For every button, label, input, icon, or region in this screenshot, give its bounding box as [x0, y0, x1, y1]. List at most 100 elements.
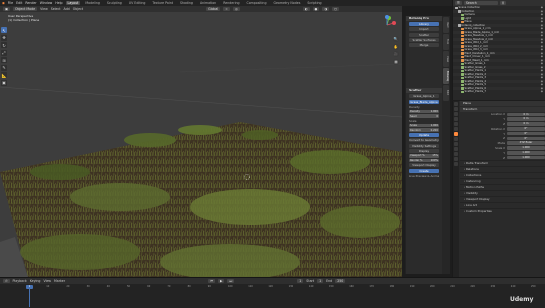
timeline-menu-playback[interactable]: Playback [13, 279, 27, 283]
scale-icon[interactable]: ⤢ [1, 49, 7, 56]
jump-end-icon[interactable]: ⏭ [227, 279, 235, 283]
camera-view-icon[interactable]: 🎥 [393, 51, 399, 57]
workspace-tab-scripting[interactable]: Scripting [305, 1, 323, 5]
npanel-list-item[interactable]: Grass_Blade_Alpine [409, 99, 439, 104]
workspace-tab-modeling[interactable]: Modeling [83, 1, 102, 5]
workspace-tab-texture-paint[interactable]: Texture Paint [150, 1, 175, 5]
timeline-editor-icon[interactable]: ⏱ [3, 279, 10, 283]
menu-window[interactable]: Window [40, 1, 53, 5]
tool-tab-icon[interactable] [454, 102, 458, 106]
visibility-eye-icon[interactable]: ◉ [541, 90, 543, 94]
timeline-menu-keying[interactable]: Keying [30, 279, 41, 283]
workspace-tab-animation[interactable]: Animation [198, 1, 218, 5]
transform-row-value[interactable]: 0° [507, 131, 545, 136]
view-layer-tab-icon[interactable] [454, 117, 458, 121]
outliner-search-field[interactable]: Search [463, 1, 498, 5]
menu-render[interactable]: Render [25, 1, 36, 5]
npanel-field-viewport-percent[interactable]: Viewport % 15% [409, 154, 439, 158]
jump-start-icon[interactable]: ⏮ [208, 279, 215, 283]
workspace-tab-sculpting[interactable]: Sculpting [105, 1, 124, 5]
play-icon[interactable]: ▶ [217, 279, 225, 283]
npanel-library-button[interactable]: Library [409, 22, 439, 27]
rotate-icon[interactable]: ↻ [1, 42, 7, 48]
npanel-merge-button[interactable]: Merge [409, 42, 439, 47]
npanel-scatter-button[interactable]: Scatter [409, 32, 439, 37]
transform-row-value[interactable]: XYZ Euler [507, 141, 545, 145]
physics-tab-icon[interactable] [454, 147, 458, 151]
transform-row-value[interactable]: 1.000 [507, 146, 545, 150]
transform-row-value[interactable]: 0 m [507, 112, 545, 117]
transform-row-value[interactable]: 0 m [507, 122, 545, 126]
viewport-menu-select[interactable]: Select [51, 7, 61, 11]
transform-row-value[interactable]: 1.000 [507, 150, 545, 155]
scene-tab-icon[interactable] [454, 122, 458, 126]
constraints-tab-icon[interactable] [454, 152, 458, 156]
viewport-menu-view[interactable]: View [40, 7, 48, 11]
3d-viewport[interactable]: User Perspective (1) Collection | Plane … [0, 12, 402, 277]
outliner-editor-icon[interactable]: ☰ [455, 1, 462, 5]
npanel-list-item[interactable]: Grass_Alpine_1 [409, 94, 439, 99]
transform-row-value[interactable]: 1.000 [507, 155, 545, 160]
modifier-tab-icon[interactable] [454, 137, 458, 141]
annotate-icon[interactable]: ✎ [1, 64, 7, 71]
transform-row-value[interactable]: 0° [507, 136, 545, 141]
start-frame-field[interactable]: 1 [317, 279, 324, 283]
editor-type-icon[interactable]: ▣ [3, 7, 11, 11]
npanel-field-scale[interactable]: Scale 1.000 [409, 123, 439, 128]
transform-row-value[interactable]: 0 m [507, 117, 545, 121]
menu-edit[interactable]: Edit [16, 1, 22, 5]
npanel-scatter-surfaces-button[interactable]: Scatter Surfaces [409, 37, 439, 42]
npanel-field-density[interactable]: Density 1.000 [409, 109, 439, 114]
pan-icon[interactable]: ✋ [393, 43, 399, 50]
overlays-icon[interactable]: ◐ [302, 7, 310, 11]
workspace-tab-uv-editing[interactable]: UV Editing [127, 1, 148, 5]
npanel-create-button[interactable]: Create [409, 168, 439, 173]
workspace-tab-compositing[interactable]: Compositing [245, 1, 269, 5]
ntab-tool[interactable]: Tool [443, 34, 449, 50]
blender-logo-icon[interactable]: ◉ [2, 1, 5, 5]
end-frame-field[interactable]: 250 [335, 279, 346, 283]
render-tab-icon[interactable] [454, 107, 458, 111]
workspace-tab-geometry-nodes[interactable]: Geometry Nodes [271, 1, 302, 5]
filter-icon[interactable]: ⚲ [499, 1, 507, 5]
snap-icon[interactable]: ⊹ [223, 7, 230, 11]
collapsed-section-header[interactable]: › Custom Properties [460, 207, 545, 214]
particles-tab-icon[interactable] [454, 142, 458, 146]
timeline-menu-view[interactable]: View [43, 279, 51, 283]
output-tab-icon[interactable] [454, 112, 458, 116]
shading-solid-icon[interactable]: ● [312, 7, 320, 11]
shading-rendered-icon[interactable]: ○ [332, 7, 339, 11]
data-tab-icon[interactable] [454, 157, 458, 161]
ntab-botaniq[interactable]: Botaniq [443, 68, 449, 84]
measure-icon[interactable]: 📐 [1, 72, 7, 78]
npanel-import-button[interactable]: Import [409, 27, 439, 32]
timeline-menu-marker[interactable]: Marker [54, 279, 65, 283]
current-frame-field[interactable]: 1 [297, 279, 304, 283]
ntab-edit[interactable]: Edit [443, 85, 449, 101]
npanel-field-random[interactable]: Random 0.200 [409, 128, 439, 133]
object-tab-icon[interactable] [454, 132, 458, 136]
object-mode-dropdown[interactable]: Object Mode [13, 7, 38, 11]
viewport-menu-add[interactable]: Add [64, 7, 70, 11]
transform-row-value[interactable]: 0° [507, 126, 545, 131]
npanel-display-button[interactable]: Display [409, 148, 439, 153]
shading-material-icon[interactable]: ◑ [322, 7, 330, 11]
world-tab-icon[interactable] [454, 127, 458, 131]
workspace-tab-rendering[interactable]: Rendering [221, 1, 241, 5]
add-cube-icon[interactable]: ▣ [1, 79, 7, 86]
proportional-edit-icon[interactable]: ◎ [232, 7, 240, 11]
ntab-view[interactable]: View [443, 51, 449, 67]
zoom-icon[interactable]: 🔍 [393, 36, 399, 42]
npanel-field-render-percent[interactable]: Render % 100% [409, 158, 439, 163]
navigation-gizmo-icon[interactable] [377, 15, 397, 35]
material-tab-icon[interactable] [454, 162, 458, 166]
npanel-convert-button[interactable]: Convert to Geometry [409, 138, 439, 143]
ntab-item[interactable]: Item [443, 17, 449, 33]
menu-help[interactable]: Help [55, 1, 62, 5]
transform-icon[interactable]: ⊞ [1, 57, 7, 63]
object-name-field[interactable]: Plane [460, 101, 545, 106]
ortho-toggle-icon[interactable]: ▦ [393, 58, 399, 65]
transform-orientation-dropdown[interactable]: Global [206, 7, 221, 11]
workspace-tab-layout[interactable]: Layout [65, 1, 81, 5]
cursor-icon[interactable]: ↖ [1, 27, 7, 33]
